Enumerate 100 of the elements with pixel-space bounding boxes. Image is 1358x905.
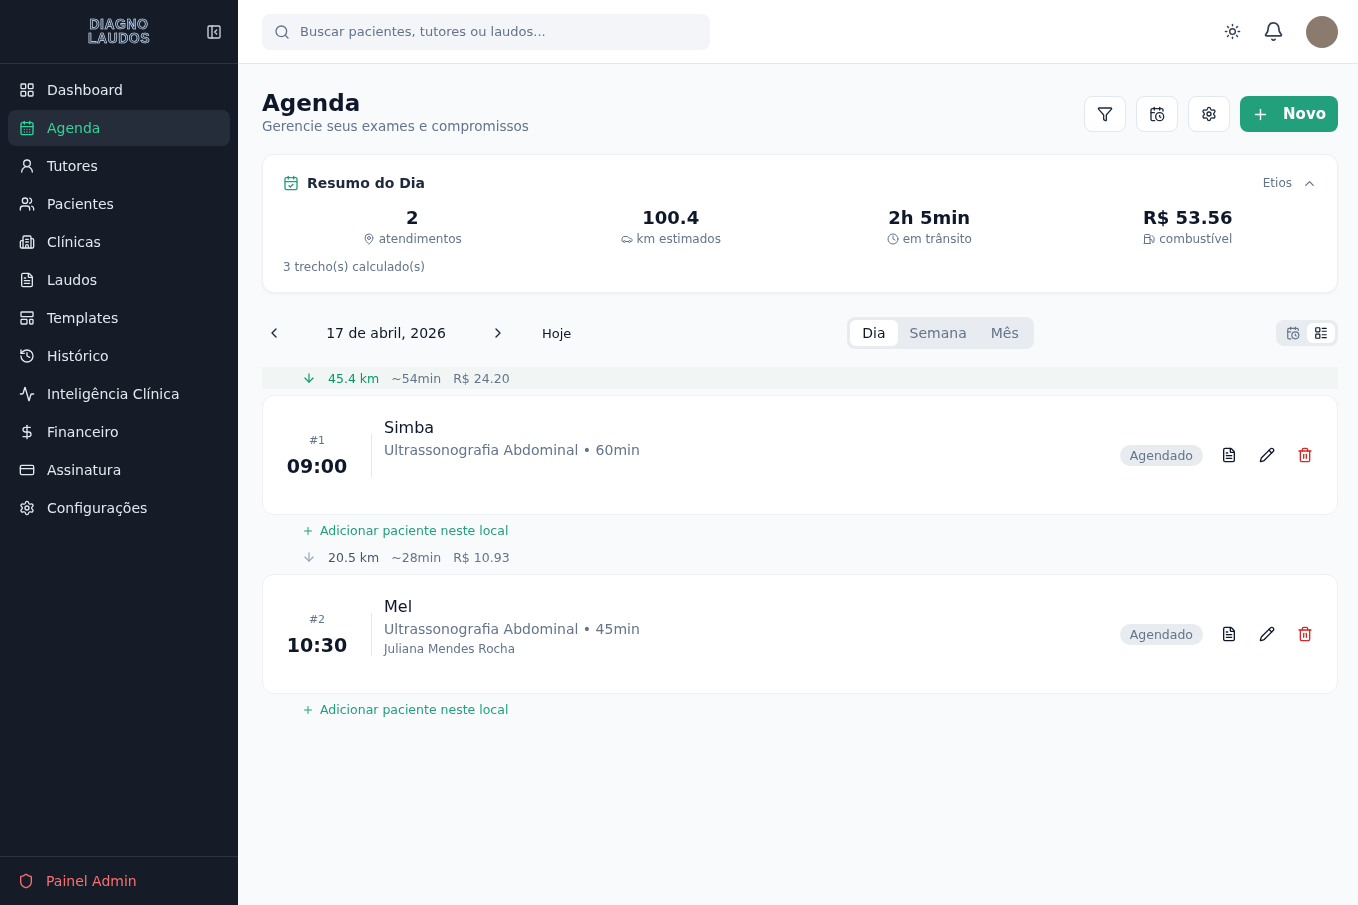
- stat-value: 2h 5min: [888, 207, 971, 228]
- sidebar-item[interactable]: Tutores: [8, 148, 230, 184]
- layout-icon: [19, 310, 35, 326]
- sidebar-item[interactable]: Configurações: [8, 490, 230, 526]
- sidebar-item[interactable]: Templates: [8, 300, 230, 336]
- sidebar-item[interactable]: Financeiro: [8, 414, 230, 450]
- sidebar-item[interactable]: Agenda: [8, 110, 230, 146]
- view-tab[interactable]: Dia: [850, 320, 898, 346]
- patient-name: Simba: [384, 418, 436, 437]
- leg-cost: R$ 24.20: [453, 370, 510, 386]
- sidebar-item[interactable]: Dashboard: [8, 72, 230, 108]
- arrow-down-icon: [302, 550, 316, 564]
- page-subtitle: Gerencie seus exames e compromissos: [262, 118, 529, 134]
- stat-label: em trânsito: [886, 232, 972, 246]
- clock-icon: [886, 233, 899, 245]
- schedule-button[interactable]: [1136, 96, 1179, 132]
- sidebar-item[interactable]: Laudos: [8, 262, 230, 298]
- calendar-icon: [19, 120, 35, 136]
- sidebar-item[interactable]: Inteligência Clínica: [8, 376, 230, 412]
- tutor-name: Juliana Mendes Rocha: [384, 642, 517, 656]
- stat-value: 100.4: [642, 207, 700, 228]
- list-icon: [1314, 326, 1328, 340]
- trash-icon: [1297, 626, 1313, 642]
- delete-button[interactable]: [1297, 626, 1313, 642]
- appointment-time: 10:30: [286, 633, 348, 656]
- leg-time: ~54min: [391, 370, 442, 386]
- collapse-sidebar-button[interactable]: [206, 23, 222, 40]
- stat-label: combustível: [1143, 232, 1233, 246]
- car-icon: [620, 233, 633, 245]
- sidebar-item[interactable]: Histórico: [8, 338, 230, 374]
- sidebar-item[interactable]: Clínicas: [8, 224, 230, 260]
- logo: DIAGNO LAUDOS: [87, 18, 151, 45]
- plus-icon: [302, 703, 314, 716]
- stat-label: km estimados: [620, 232, 721, 246]
- pencil-icon: [1259, 447, 1275, 463]
- sidebar-item[interactable]: Pacientes: [8, 186, 230, 222]
- calendar-check-icon: [283, 175, 299, 191]
- status-badge: Agendado: [1119, 623, 1203, 645]
- sun-icon: [1224, 23, 1241, 40]
- edit-button[interactable]: [1259, 447, 1275, 463]
- exam-details: Ultrassonografia Abdominal • 60min: [384, 442, 641, 458]
- exam-details: Ultrassonografia Abdominal • 45min: [384, 621, 641, 637]
- fuel-pump-icon: [1143, 233, 1156, 245]
- current-date: 17 de abril, 2026: [325, 325, 447, 341]
- building-icon: [19, 234, 35, 250]
- layout-toggle[interactable]: [1307, 323, 1335, 343]
- today-button[interactable]: Hoje: [536, 324, 578, 342]
- collapse-toggle[interactable]: Etios: [1262, 175, 1317, 191]
- leg-distance: 45.4 km: [328, 370, 380, 386]
- leg-distance: 20.5 km: [328, 549, 380, 565]
- leg-cost: R$ 10.93: [453, 549, 510, 565]
- avatar[interactable]: [1306, 15, 1338, 48]
- filter-icon: [1097, 106, 1114, 122]
- appointment-card[interactable]: #1 09:00 Simba Ultrassonografia Abdominal • 60min Agendado: [262, 395, 1338, 515]
- edit-button[interactable]: [1259, 626, 1275, 642]
- trash-icon: [1297, 447, 1313, 463]
- pin-icon: [362, 233, 375, 245]
- grid-icon: [19, 82, 35, 98]
- status-badge: Agendado: [1119, 444, 1203, 466]
- appointment-card[interactable]: #2 10:30 Mel Ultrassonografia Abdominal • 45min Juliana Mendes Rocha Agendado: [262, 574, 1338, 694]
- admin-panel-link[interactable]: Painel Admin: [18, 873, 220, 889]
- settings-icon: [19, 500, 35, 516]
- plus-icon: [302, 524, 314, 537]
- panel-icon: [206, 23, 222, 40]
- document-icon: [19, 272, 35, 288]
- notifications-button[interactable]: [1263, 21, 1284, 42]
- stat-value: R$ 53.56: [1142, 207, 1233, 228]
- page-title: Agenda: [262, 90, 362, 116]
- leg-time: ~28min: [391, 549, 442, 565]
- users-icon: [19, 196, 35, 212]
- filter-button[interactable]: [1084, 96, 1127, 132]
- appointment-number: #1: [308, 433, 326, 447]
- document-icon: [1221, 447, 1237, 463]
- shield-icon: [18, 873, 34, 889]
- document-button[interactable]: [1221, 447, 1237, 463]
- view-tab[interactable]: Mês: [978, 320, 1031, 346]
- view-tab[interactable]: Semana: [897, 320, 979, 346]
- stat-value: 2: [406, 207, 419, 228]
- calendar-clock-icon: [1149, 106, 1166, 122]
- sidebar-item[interactable]: Assinatura: [8, 452, 230, 488]
- dollar-icon: [19, 424, 35, 440]
- patient-name: Mel: [384, 597, 414, 616]
- summary-note: 3 trecho(s) calculado(s): [283, 260, 426, 274]
- document-button[interactable]: [1221, 626, 1237, 642]
- user-icon: [19, 158, 35, 174]
- settings-icon: [1201, 106, 1218, 122]
- settings-button[interactable]: [1188, 96, 1231, 132]
- arrow-down-icon: [302, 371, 316, 385]
- bell-icon: [1263, 21, 1284, 42]
- calendar-clock-icon: [1286, 326, 1300, 340]
- pencil-icon: [1259, 626, 1275, 642]
- stat-label: atendimentos: [362, 232, 462, 246]
- delete-button[interactable]: [1297, 447, 1313, 463]
- history-icon: [19, 348, 35, 364]
- search-input[interactable]: Buscar pacientes, tutores ou laudos...: [298, 23, 698, 40]
- theme-button[interactable]: [1224, 23, 1241, 40]
- card-title: Resumo do Dia: [307, 175, 426, 191]
- search-field[interactable]: Buscar pacientes, tutores ou laudos...: [262, 13, 710, 50]
- pulse-icon: [19, 386, 35, 402]
- document-icon: [1221, 626, 1237, 642]
